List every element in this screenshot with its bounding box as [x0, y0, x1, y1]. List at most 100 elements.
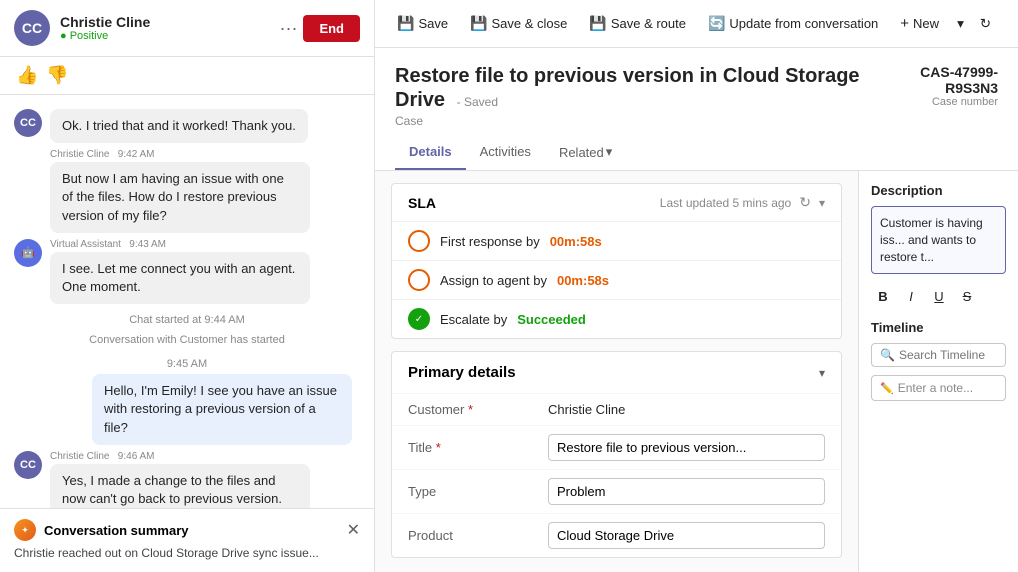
field-row-product: Product: [392, 513, 841, 557]
field-input-type[interactable]: [548, 478, 825, 505]
sla-title: SLA: [408, 195, 436, 211]
message-content: Ok. I tried that and it worked! Thank yo…: [50, 109, 308, 143]
field-label-title: Title *: [408, 440, 548, 455]
summary-icon: [14, 519, 36, 541]
sla-item-escalate: ✓ Escalate by Succeeded: [392, 299, 841, 338]
timestamp: 9:45 AM: [14, 358, 360, 370]
save-icon: 💾: [397, 15, 414, 32]
refresh-button[interactable]: ↻: [972, 10, 999, 38]
message-content: Christie Cline 9:42 AM But now I am havi…: [50, 149, 310, 233]
avatar: 🤖: [14, 239, 42, 267]
case-title-row: Restore file to previous version in Clou…: [395, 64, 998, 112]
sla-chevron-icon[interactable]: ▾: [819, 196, 825, 210]
tab-activities[interactable]: Activities: [466, 136, 545, 170]
update-conversation-button[interactable]: 🔄 Update from conversation: [698, 9, 888, 38]
field-label-type: Type: [408, 484, 548, 499]
save-route-button[interactable]: 💾 Save & route: [579, 9, 696, 38]
field-label-product: Product: [408, 528, 548, 543]
message-meta: Christie Cline 9:42 AM: [50, 149, 310, 160]
message-meta: Christie Cline 9:46 AM: [50, 451, 310, 462]
thumbs-up-icon[interactable]: 👍: [16, 65, 38, 86]
field-row-title: Title *: [392, 425, 841, 469]
timeline-note-input[interactable]: ✏️ Enter a note...: [871, 375, 1006, 401]
search-icon: 🔍: [880, 348, 895, 362]
strikethrough-button[interactable]: S: [955, 284, 979, 308]
message-bubble: Hello, I'm Emily! I see you have an issu…: [92, 374, 352, 445]
conversation-summary: Conversation summary ✕ Christie reached …: [0, 508, 374, 572]
tab-details[interactable]: Details: [395, 136, 466, 170]
description-box[interactable]: Customer is having iss... and wants to r…: [871, 206, 1006, 274]
new-button[interactable]: + New: [890, 9, 949, 38]
thumbs-down-icon[interactable]: 👎: [46, 65, 68, 86]
sla-succeeded: Succeeded: [517, 312, 586, 327]
case-number-label: Case number: [886, 96, 998, 108]
bold-button[interactable]: B: [871, 284, 895, 308]
timeline-search-input[interactable]: [899, 348, 1018, 362]
sla-last-updated: Last updated 5 mins ago: [660, 196, 791, 210]
update-icon: 🔄: [708, 15, 725, 32]
field-row-type: Type: [392, 469, 841, 513]
field-input-product[interactable]: [548, 522, 825, 549]
message-bubble: Ok. I tried that and it worked! Thank yo…: [50, 109, 308, 143]
toolbar-expand-button[interactable]: ▾: [951, 10, 970, 38]
message-meta: Virtual Assistant 9:43 AM: [50, 239, 310, 250]
summary-title: Conversation summary: [44, 523, 339, 538]
message-row: Hello, I'm Emily! I see you have an issu…: [14, 374, 360, 445]
avatar: CC: [14, 10, 50, 46]
case-main: SLA Last updated 5 mins ago ↻ ▾ First re…: [375, 171, 858, 572]
timeline-section: Timeline 🔍 ✏️ Enter a note...: [871, 320, 1006, 560]
primary-details-header[interactable]: Primary details ▾: [392, 352, 841, 393]
italic-button[interactable]: I: [899, 284, 923, 308]
sla-time: 00m:58s: [557, 273, 609, 288]
description-title: Description: [871, 183, 1006, 198]
required-indicator: *: [436, 440, 441, 455]
chevron-down-icon: ▾: [606, 144, 613, 160]
case-number-block: CAS-47999-R9S3N3 Case number: [886, 64, 998, 108]
field-label-customer: Customer *: [408, 402, 548, 417]
format-bar: B I U S: [871, 284, 1006, 308]
more-options-icon[interactable]: ···: [279, 18, 297, 39]
save-button[interactable]: 💾 Save: [387, 9, 458, 38]
save-close-button[interactable]: 💾 Save & close: [460, 9, 577, 38]
related-label: Related: [559, 145, 604, 160]
chat-header: CC Christie Cline Positive ··· End: [0, 0, 374, 57]
primary-details-title: Primary details: [408, 364, 516, 381]
sla-label: Escalate by: [440, 312, 507, 327]
avatar: CC: [14, 451, 42, 479]
system-message: Chat started at 9:44 AM: [14, 314, 360, 326]
end-button[interactable]: End: [303, 15, 360, 42]
field-value-customer: Christie Cline: [548, 402, 825, 417]
case-title-group: Restore file to previous version in Clou…: [395, 64, 886, 112]
sla-time: 00m:58s: [550, 234, 602, 249]
underline-button[interactable]: U: [927, 284, 951, 308]
sla-meta: Last updated 5 mins ago ↻ ▾: [660, 194, 825, 211]
timeline-search[interactable]: 🔍: [871, 343, 1006, 367]
plus-icon: +: [900, 15, 909, 32]
chat-header-info: Christie Cline Positive: [60, 14, 279, 42]
message-bubble: But now I am having an issue with one of…: [50, 162, 310, 233]
edit-icon: ✏️: [880, 382, 894, 395]
case-tabs: Details Activities Related ▾: [395, 136, 998, 170]
timeline-title: Timeline: [871, 320, 1006, 335]
summary-header: Conversation summary ✕: [14, 519, 360, 541]
sla-label: Assign to agent by: [440, 273, 547, 288]
message-row: CC Christie Cline 9:46 AM Yes, I made a …: [14, 451, 360, 509]
primary-details-section: Primary details ▾ Customer * Christie Cl…: [391, 351, 842, 558]
message-bubble: Yes, I made a change to the files and no…: [50, 464, 310, 509]
sla-status-icon: ✓: [408, 308, 430, 330]
sla-label: First response by: [440, 234, 540, 249]
case-number: CAS-47999-R9S3N3: [886, 64, 998, 96]
summary-close-icon[interactable]: ✕: [347, 520, 360, 540]
chevron-down-icon: ▾: [957, 16, 964, 32]
case-type: Case: [395, 114, 998, 128]
tab-related[interactable]: Related ▾: [545, 136, 626, 170]
message-content: Hello, I'm Emily! I see you have an issu…: [92, 374, 352, 445]
required-indicator: *: [468, 402, 473, 417]
chat-panel: CC Christie Cline Positive ··· End 👍 👎 C…: [0, 0, 375, 572]
customer-name: Christie Cline: [60, 14, 279, 30]
message-content: Christie Cline 9:46 AM Yes, I made a cha…: [50, 451, 310, 509]
chat-messages: CC Ok. I tried that and it worked! Thank…: [0, 95, 374, 508]
field-input-title[interactable]: [548, 434, 825, 461]
sla-refresh-icon[interactable]: ↻: [799, 194, 811, 211]
message-row: 🤖 Virtual Assistant 9:43 AM I see. Let m…: [14, 239, 360, 304]
